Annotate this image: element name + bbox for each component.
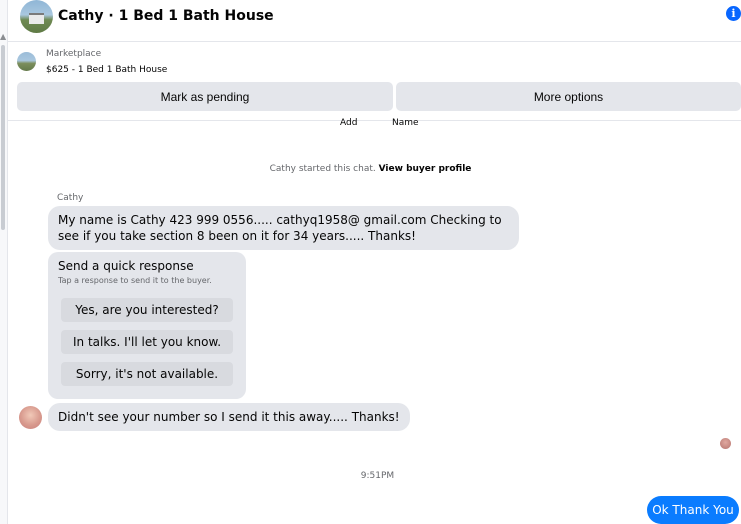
left-scrollbar[interactable]: ▲ <box>0 0 8 524</box>
chat-title[interactable]: Cathy · 1 Bed 1 Bath House <box>58 8 274 24</box>
info-icon[interactable]: i <box>726 6 741 21</box>
mark-as-pending-button[interactable]: Mark as pending <box>17 82 393 111</box>
sender-avatar[interactable] <box>19 406 42 429</box>
sender-name: Cathy <box>57 193 84 203</box>
view-buyer-profile-link[interactable]: View buyer profile <box>379 164 472 174</box>
outgoing-message[interactable]: Ok Thank You <box>647 496 739 524</box>
partial-label-add: Add <box>340 118 358 128</box>
chat-header: Cathy · 1 Bed 1 Bath House i <box>8 0 741 42</box>
quick-response-yes-button[interactable]: Yes, are you interested? <box>61 298 233 322</box>
partial-label-name: Name <box>392 118 419 128</box>
seen-receipt-avatar <box>720 438 731 449</box>
quick-response-title: Send a quick response <box>58 259 194 273</box>
more-options-button[interactable]: More options <box>396 82 741 111</box>
listing-kicker: Marketplace <box>46 49 102 59</box>
marketplace-listing-banner: Marketplace $625 - 1 Bed 1 Bath House Ma… <box>8 42 741 121</box>
quick-response-not-available-button[interactable]: Sorry, it's not available. <box>61 362 233 386</box>
message-timestamp: 9:51PM <box>360 471 395 481</box>
incoming-message[interactable]: Didn't see your number so I send it this… <box>48 403 410 431</box>
quick-response-card: Send a quick response Tap a response to … <box>48 252 246 399</box>
chat-started-notice: Cathy started this chat. View buyer prof… <box>0 164 741 174</box>
listing-thumbnail[interactable] <box>17 52 36 71</box>
house-image-icon <box>29 13 44 24</box>
scrollbar-thumb[interactable] <box>1 45 5 230</box>
quick-response-subtitle: Tap a response to send it to the buyer. <box>58 276 212 285</box>
quick-response-in-talks-button[interactable]: In talks. I'll let you know. <box>61 330 233 354</box>
listing-avatar[interactable] <box>20 0 53 33</box>
incoming-message[interactable]: My name is Cathy 423 999 0556..... cathy… <box>48 206 519 250</box>
scroll-up-icon[interactable]: ▲ <box>0 33 6 41</box>
listing-title[interactable]: $625 - 1 Bed 1 Bath House <box>46 65 167 75</box>
chat-started-text: Cathy started this chat. <box>269 164 376 174</box>
